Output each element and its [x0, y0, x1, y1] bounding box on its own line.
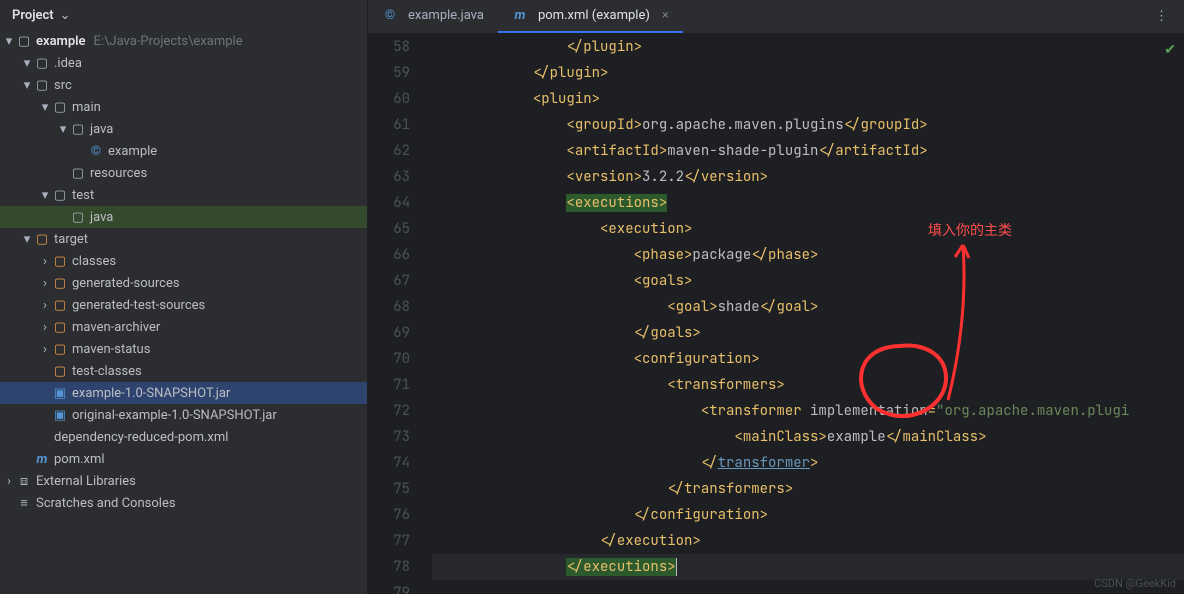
code-line[interactable]: </transformer>: [432, 450, 1184, 476]
folder-tgt-icon: ▢: [52, 298, 68, 313]
library-icon: ⧈: [16, 474, 32, 489]
maven-icon: m: [34, 452, 50, 467]
folder-tgt-icon: ▢: [34, 232, 50, 247]
editor-tab[interactable]: ©example.java: [368, 0, 498, 33]
tree-item[interactable]: ▢java: [0, 206, 367, 228]
maven-icon: m: [512, 8, 528, 23]
tree-item[interactable]: ›▢generated-test-sources: [0, 294, 367, 316]
root-name: example: [36, 34, 86, 49]
code-line[interactable]: </goals>: [432, 320, 1184, 346]
chevron-icon[interactable]: ›: [38, 342, 52, 357]
tree-item[interactable]: ▢test-classes: [0, 360, 367, 382]
tree-item[interactable]: ▾▢src: [0, 74, 367, 96]
folder-icon: ▢: [16, 34, 32, 49]
code-line[interactable]: </plugin>: [432, 34, 1184, 60]
tree-item[interactable]: ›▢maven-archiver: [0, 316, 367, 338]
close-icon[interactable]: ×: [662, 8, 669, 23]
code-line[interactable]: <goal>shade</goal>: [432, 294, 1184, 320]
scratch-icon: ≡: [16, 495, 32, 511]
jar-icon: ▣: [52, 386, 68, 401]
tree-item[interactable]: ›▢maven-status: [0, 338, 367, 360]
folder-icon: ▢: [34, 78, 50, 93]
tree-item[interactable]: ▢resources: [0, 162, 367, 184]
folder-tgt-icon: ▢: [52, 364, 68, 379]
code-line[interactable]: <transformer implementation="org.apache.…: [432, 398, 1184, 424]
tabs-more-icon[interactable]: ⋮: [1147, 0, 1176, 33]
tree-item[interactable]: ›▢generated-sources: [0, 272, 367, 294]
chevron-icon[interactable]: ▾: [20, 56, 34, 71]
chevron-icon[interactable]: ▾: [38, 100, 52, 115]
code-line[interactable]: <transformers>: [432, 372, 1184, 398]
folder-icon: ▢: [52, 188, 68, 203]
root-path: E:\Java-Projects\example: [94, 34, 243, 49]
chevron-icon[interactable]: ▾: [38, 188, 52, 203]
code-line[interactable]: <version>3.2.2</version>: [432, 164, 1184, 190]
code-line[interactable]: <phase>package</phase>: [432, 242, 1184, 268]
code-line[interactable]: <execution>: [432, 216, 1184, 242]
tree-item[interactable]: dependency-reduced-pom.xml: [0, 426, 367, 448]
code-line[interactable]: [432, 580, 1184, 594]
chevron-icon[interactable]: ▾: [56, 122, 70, 137]
chevron-icon[interactable]: ▾: [20, 78, 34, 93]
tree-item[interactable]: ▣original-example-1.0-SNAPSHOT.jar: [0, 404, 367, 426]
tree-item[interactable]: ▾▢main: [0, 96, 367, 118]
code-line[interactable]: </executions>: [432, 554, 1184, 580]
chevron-icon[interactable]: ›: [38, 298, 52, 313]
folder-icon: ▢: [52, 100, 68, 115]
chevron-down-icon: ⌄: [60, 8, 71, 23]
chevron-icon[interactable]: ›: [38, 320, 52, 335]
tree-root[interactable]: ▾ ▢ example E:\Java-Projects\example: [0, 30, 367, 52]
tree-item[interactable]: ©example: [0, 140, 367, 162]
code-editor[interactable]: 5859606162636465666768697071727374757677…: [368, 34, 1184, 594]
folder-tgt-icon: ▢: [52, 342, 68, 357]
code-line[interactable]: <mainClass>example</mainClass>: [432, 424, 1184, 450]
editor-tabs: ©example.javampom.xml (example)× ⋮: [368, 0, 1184, 34]
tree-item[interactable]: ▾▢.idea: [0, 52, 367, 74]
tree-item[interactable]: ▾▢target: [0, 228, 367, 250]
code-line[interactable]: <plugin>: [432, 86, 1184, 112]
external-libraries[interactable]: › ⧈ External Libraries: [0, 470, 367, 492]
code-line[interactable]: <groupId>org.apache.maven.plugins</group…: [432, 112, 1184, 138]
chevron-icon[interactable]: ▾: [20, 232, 34, 247]
chevron-icon[interactable]: ▾: [2, 34, 16, 49]
chevron-icon[interactable]: ›: [2, 474, 16, 489]
chevron-icon[interactable]: ›: [38, 254, 52, 269]
code-content[interactable]: </plugin> </plugin> <plugin> <groupId>or…: [428, 34, 1184, 594]
sidebar-header[interactable]: Project ⌄: [0, 0, 367, 30]
scratches-and-consoles[interactable]: ≡ Scratches and Consoles: [0, 492, 367, 514]
code-line[interactable]: <configuration>: [432, 346, 1184, 372]
folder-tgt-icon: ▢: [52, 254, 68, 269]
tree-item[interactable]: ›▢classes: [0, 250, 367, 272]
folder-icon: ▢: [70, 210, 86, 225]
editor-area: ©example.javampom.xml (example)× ⋮ 58596…: [368, 0, 1184, 594]
tree-item[interactable]: mpom.xml: [0, 448, 367, 470]
tree-item[interactable]: ▾▢test: [0, 184, 367, 206]
folder-icon: ▢: [34, 56, 50, 71]
java-icon: ©: [88, 144, 104, 159]
folder-tgt-icon: ▢: [52, 320, 68, 335]
code-line[interactable]: </transformers>: [432, 476, 1184, 502]
chevron-icon[interactable]: ›: [38, 276, 52, 291]
folder-tgt-icon: ▢: [52, 276, 68, 291]
sidebar-title: Project: [12, 8, 54, 23]
code-line[interactable]: </configuration>: [432, 502, 1184, 528]
code-line[interactable]: <artifactId>maven-shade-plugin</artifact…: [432, 138, 1184, 164]
project-tree[interactable]: ▾ ▢ example E:\Java-Projects\example ▾▢.…: [0, 30, 367, 594]
inspections-ok-icon[interactable]: ✔: [1164, 42, 1176, 58]
editor-tab[interactable]: mpom.xml (example)×: [498, 0, 683, 33]
code-line[interactable]: </execution>: [432, 528, 1184, 554]
line-gutter: 5859606162636465666768697071727374757677…: [368, 34, 428, 594]
code-line[interactable]: <executions>: [432, 190, 1184, 216]
java-icon: ©: [382, 8, 398, 23]
project-sidebar: Project ⌄ ▾ ▢ example E:\Java-Projects\e…: [0, 0, 368, 594]
code-line[interactable]: </plugin>: [432, 60, 1184, 86]
code-line[interactable]: <goals>: [432, 268, 1184, 294]
jar-icon: ▣: [52, 408, 68, 423]
tree-item[interactable]: ▣example-1.0-SNAPSHOT.jar: [0, 382, 367, 404]
folder-icon: ▢: [70, 166, 86, 181]
folder-icon: ▢: [70, 122, 86, 137]
tree-item[interactable]: ▾▢java: [0, 118, 367, 140]
